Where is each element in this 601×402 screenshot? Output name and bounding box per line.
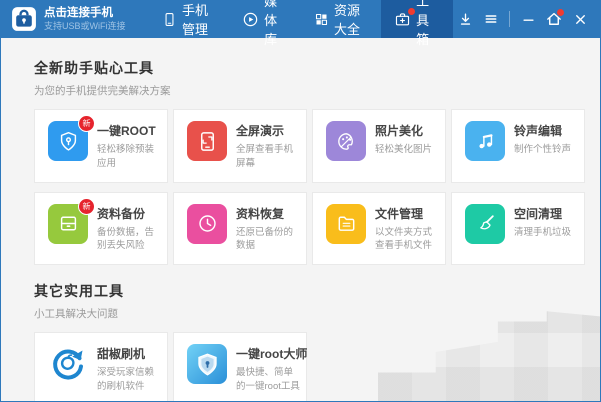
- nav-tabs: 手机管理 媒体库 资源大全 工具箱: [149, 0, 453, 47]
- clean-brush-icon: [465, 203, 505, 244]
- section-title: 全新助手贴心工具: [34, 60, 154, 76]
- tab-工具箱[interactable]: 工具箱: [381, 0, 453, 47]
- tool-desc: 最快捷、简单的一键root工具: [236, 367, 300, 392]
- tool-text: 资料备份备份数据，告别丢失风险: [97, 204, 161, 254]
- tool-card-资料恢复[interactable]: 资料恢复还原已备份的数据: [173, 191, 307, 266]
- tool-text: 一键ROOT 轻松移除预装应用: [97, 121, 161, 171]
- flash-ring-icon: [48, 344, 88, 384]
- tool-card-一键root大师[interactable]: 一键root大师最快捷、简单的一键root工具: [173, 332, 308, 401]
- screen-cast-icon: [187, 121, 227, 161]
- tool-desc: 深受玩家信赖的刷机软件: [97, 367, 155, 392]
- tool-desc: 以文件夹方式查看手机文件: [375, 226, 433, 252]
- new-badge: 新: [78, 197, 95, 215]
- root-master-shield-icon: [187, 344, 227, 385]
- tool-desc: 制作个性铃声: [514, 144, 572, 155]
- tool-card-全屏演示[interactable]: 全屏演示全屏查看手机屏幕: [173, 109, 307, 183]
- tool-name: 资料恢复: [236, 206, 285, 221]
- section-subtitle: 小工具解决大问题: [34, 308, 118, 321]
- phone-icon: [162, 12, 177, 27]
- tool-text: 铃声编辑制作个性铃声: [514, 121, 571, 157]
- toolbox-icon: [394, 7, 416, 28]
- notification-dot: [557, 9, 564, 16]
- music-note-icon: [465, 121, 505, 161]
- backup-drawer-icon: 新: [48, 197, 95, 244]
- tool-card-资料备份[interactable]: 新资料备份备份数据，告别丢失风险: [34, 191, 168, 266]
- tool-card-空间清理[interactable]: 空间清理清理手机垃圾: [451, 191, 585, 266]
- tab-label: 资源大全: [334, 3, 361, 37]
- folder-icon: [326, 203, 366, 244]
- tool-text: 一键root大师最快捷、简单的一键root工具: [236, 344, 308, 394]
- tool-text: 空间清理清理手机垃圾: [514, 204, 571, 240]
- separator: [509, 11, 510, 27]
- tab-媒体库[interactable]: 媒体库: [229, 0, 301, 47]
- tool-name: 空间清理: [514, 206, 563, 221]
- minimize-button[interactable]: [516, 7, 540, 31]
- menu-button[interactable]: [479, 7, 503, 31]
- tool-desc: 轻松美化图片: [375, 144, 433, 155]
- download-button[interactable]: [453, 7, 477, 31]
- section-subtitle: 为您的手机提供完美解决方案: [34, 85, 171, 97]
- tab-label: 手机管理: [182, 3, 209, 37]
- restore-clock-icon: [187, 203, 227, 244]
- shield-key-icon: 新: [48, 115, 95, 161]
- tool-desc: 备份数据，告别丢失风险: [97, 226, 155, 252]
- grid-icon: [314, 12, 329, 27]
- tab-资源大全[interactable]: 资源大全: [301, 0, 381, 38]
- tool-text: 资料恢复还原已备份的数据: [236, 204, 300, 254]
- notification-dot: [408, 7, 416, 15]
- topbar: 点击连接手机 支持USB或WiFi连接 手机管理 媒体库 资源大全 工具箱: [1, 0, 600, 47]
- connect-title: 点击连接手机: [44, 7, 113, 20]
- tool-name: 资料备份: [97, 206, 146, 221]
- tool-name: 全屏演示: [236, 124, 285, 138]
- home-button[interactable]: [542, 7, 566, 31]
- toolbox-content: 全新助手贴心工具 为您的手机提供完美解决方案新一键ROOT 轻松移除预装应用 全屏演示…: [1, 38, 600, 401]
- tool-name: 甜椒刷机: [97, 347, 146, 362]
- media-play-icon: [242, 11, 259, 28]
- tool-card-文件管理[interactable]: 文件管理以文件夹方式查看手机文件: [312, 191, 446, 266]
- tool-text: 甜椒刷机深受玩家信赖的刷机软件: [97, 344, 161, 394]
- tool-desc: 全屏查看手机屏幕: [236, 144, 294, 169]
- tool-name: 一键root大师: [236, 347, 308, 362]
- tab-手机管理[interactable]: 手机管理: [149, 0, 229, 38]
- close-button[interactable]: [568, 7, 592, 31]
- section-title: 其它实用工具: [34, 283, 124, 300]
- palette-icon: [326, 121, 366, 161]
- tool-desc: 轻松移除预装应用: [97, 144, 155, 169]
- tool-card-甜椒刷机[interactable]: 甜椒刷机深受玩家信赖的刷机软件: [34, 332, 168, 401]
- tool-grid: 新一键ROOT 轻松移除预装应用 全屏演示 全屏查看手机屏幕 照片美化 轻松美化图片 铃声编…: [34, 109, 585, 266]
- connect-device-button[interactable]: 点击连接手机 支持USB或WiFi连接: [1, 0, 149, 38]
- tool-text: 全屏演示全屏查看手机屏幕: [236, 121, 300, 171]
- app-logo-icon: [11, 6, 37, 32]
- tool-name: 照片美化: [375, 124, 424, 138]
- tool-card-照片美化[interactable]: 照片美化轻松美化图片: [312, 109, 446, 183]
- tool-name: 文件管理: [375, 206, 424, 221]
- tool-card-一键ROOT[interactable]: 新一键ROOT 轻松移除预装应用: [34, 109, 168, 183]
- tool-card-铃声编辑[interactable]: 铃声编辑制作个性铃声: [451, 109, 585, 183]
- tool-name: 铃声编辑: [514, 124, 563, 138]
- tool-grid: 甜椒刷机深受玩家信赖的刷机软件 一键root大师最快捷、简单的一键root工具: [34, 332, 584, 401]
- connect-subtitle: 支持USB或WiFi连接: [44, 20, 126, 31]
- tool-name: 一键ROOT: [97, 124, 156, 138]
- tool-text: 文件管理以文件夹方式查看手机文件: [375, 204, 439, 254]
- window-controls: [453, 0, 600, 38]
- tool-text: 照片美化轻松美化图片: [375, 121, 432, 157]
- new-badge: 新: [78, 115, 95, 132]
- tool-desc: 还原已备份的数据: [236, 226, 294, 252]
- app-window: 点击连接手机 支持USB或WiFi连接 手机管理 媒体库 资源大全 工具箱 全新助手贴…: [0, 0, 601, 402]
- tool-desc: 清理手机垃圾: [514, 226, 572, 238]
